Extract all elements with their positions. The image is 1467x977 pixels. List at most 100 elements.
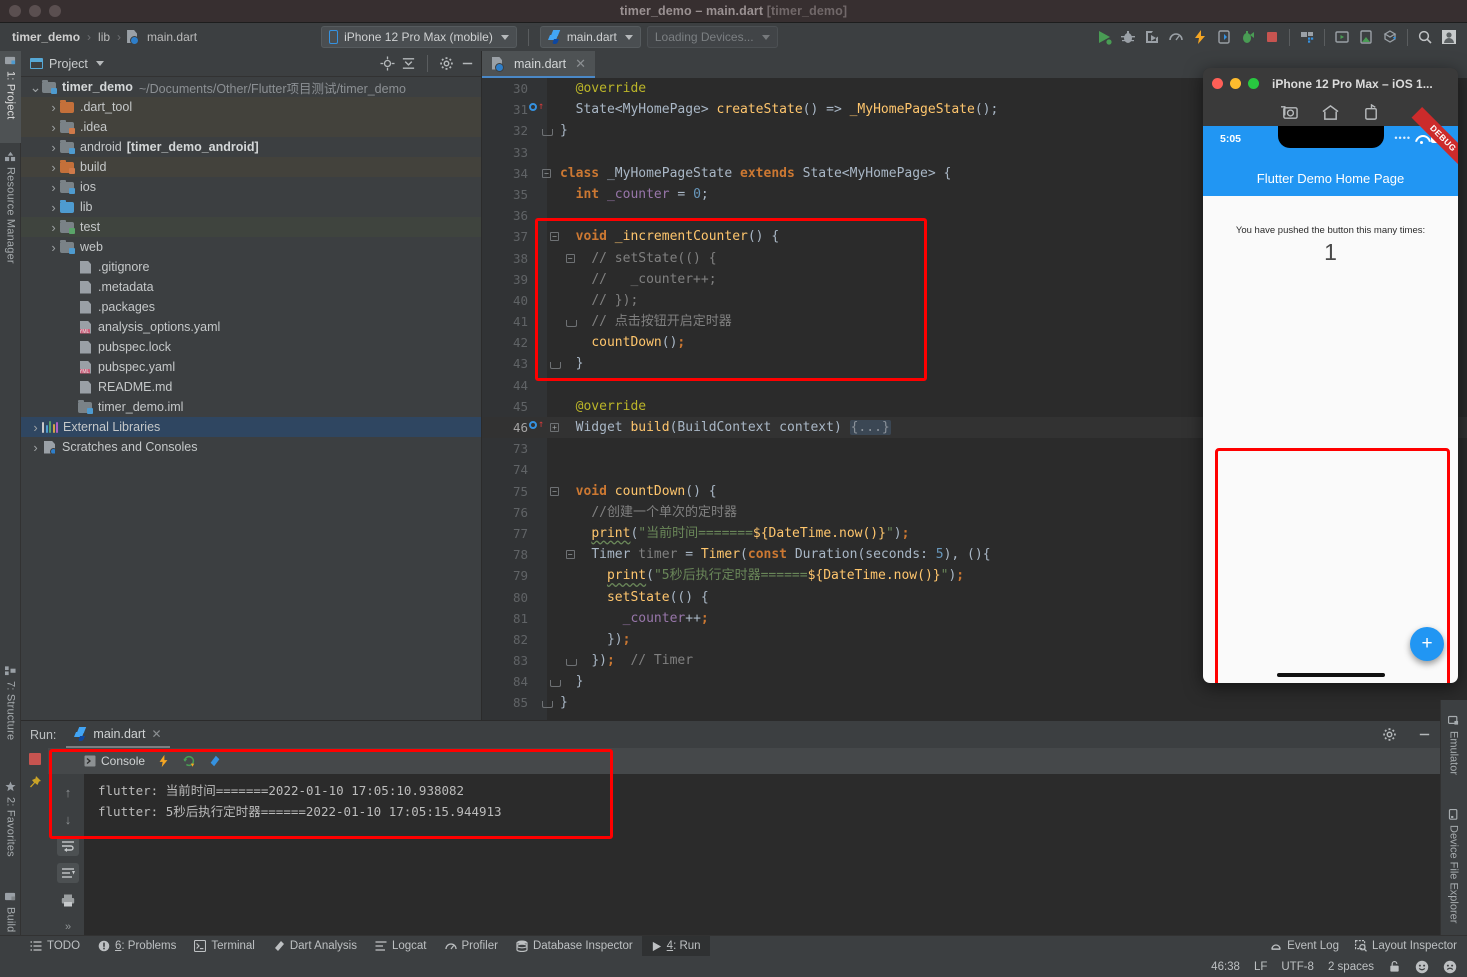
sdk-manager-icon[interactable] (1378, 25, 1402, 49)
gutter-marks[interactable] (528, 459, 547, 480)
run-with-coverage-icon[interactable] (1140, 25, 1164, 49)
soft-wrap-icon[interactable] (57, 836, 79, 856)
gear-icon[interactable] (439, 56, 454, 71)
locate-icon[interactable] (380, 56, 395, 71)
gutter-marks[interactable] (528, 248, 547, 269)
run-icon[interactable] (1092, 25, 1116, 49)
home-icon[interactable] (1321, 104, 1340, 121)
tree-row[interactable]: ⌄ timer_demo ~/Documents/Other/Flutter项目测试… (21, 77, 481, 97)
stop-icon[interactable] (28, 752, 42, 766)
line-separator[interactable]: LF (1254, 961, 1267, 973)
editor-tab-main-dart[interactable]: main.dart ✕ (482, 51, 596, 78)
gutter-marks[interactable]: ↑ (528, 99, 547, 120)
print-icon[interactable] (57, 890, 79, 910)
hot-reload-icon[interactable] (157, 754, 170, 768)
gutter-marks[interactable] (528, 481, 547, 502)
bottom-tool-event-log[interactable]: Event Log (1270, 935, 1339, 956)
close-simulator-icon[interactable] (1212, 78, 1223, 89)
gutter-marks[interactable] (528, 565, 547, 586)
search-icon[interactable] (1413, 25, 1437, 49)
debug-icon[interactable] (1116, 25, 1140, 49)
tree-row[interactable]: README.md (21, 377, 481, 397)
sidebar-item-project[interactable]: 1: Project (0, 51, 21, 143)
sidebar-item-device-file-explorer[interactable]: Device File Explorer (1440, 804, 1467, 934)
gutter-marks[interactable] (528, 502, 547, 523)
chevron-right-icon[interactable]: › (47, 160, 60, 175)
close-run-tab-icon[interactable]: ✕ (152, 727, 162, 741)
tree-row[interactable]: .metadata (21, 277, 481, 297)
gutter-marks[interactable] (528, 205, 547, 226)
collapse-fold-icon[interactable]: − (550, 232, 559, 242)
maximize-simulator-icon[interactable] (1248, 78, 1259, 89)
chevron-right-icon[interactable]: › (47, 140, 60, 155)
tree-row[interactable]: › ios (21, 177, 481, 197)
tree-row[interactable]: › test (21, 217, 481, 237)
app-body[interactable]: You have pushed the button this many tim… (1203, 196, 1458, 683)
sad-face-icon[interactable] (1443, 960, 1457, 974)
happy-face-icon[interactable] (1415, 960, 1429, 974)
tree-row[interactable]: › .dart_tool (21, 97, 481, 117)
bottom-tool-dartanalysis[interactable]: Dart Analysis (264, 936, 366, 957)
screenshot-icon[interactable] (1280, 104, 1299, 121)
hot-restart-icon[interactable] (182, 754, 196, 768)
gutter-marks[interactable] (528, 671, 547, 692)
bottom-tool-terminal[interactable]: Terminal (185, 936, 263, 957)
down-icon[interactable]: ↓ (57, 809, 79, 829)
open-devtools-icon[interactable] (1212, 25, 1236, 49)
chevron-right-icon[interactable]: › (47, 120, 60, 135)
rotate-icon[interactable] (1362, 104, 1381, 121)
gutter-marks[interactable] (528, 353, 547, 374)
chevron-down-icon[interactable] (95, 61, 104, 66)
bottom-tool-profiler[interactable]: Profiler (436, 936, 507, 957)
override-marker-icon[interactable]: ↑ (529, 420, 544, 430)
emulator-icon[interactable] (1330, 25, 1354, 49)
bottom-tool-databaseinspector[interactable]: Database Inspector (507, 936, 642, 957)
gutter-marks[interactable] (528, 438, 547, 459)
run-configuration-selector[interactable]: main.dart (539, 26, 641, 48)
collapse-fold-icon[interactable]: − (542, 168, 551, 178)
chevron-right-icon[interactable]: › (29, 420, 42, 435)
gutter-marks[interactable] (528, 226, 547, 247)
gutter-marks[interactable] (528, 629, 547, 650)
collapse-fold-icon[interactable]: − (565, 550, 575, 560)
chevron-down-icon[interactable]: ⌄ (29, 80, 42, 94)
sidebar-item-emulator[interactable]: Emulator (1440, 710, 1467, 792)
tree-row[interactable]: › External Libraries (21, 417, 481, 437)
chevron-right-icon[interactable]: › (47, 180, 60, 195)
sidebar-item-structure[interactable]: 7: Structure (0, 661, 21, 771)
bottom-tool-logcat[interactable]: Logcat (366, 936, 436, 957)
caret-position[interactable]: 46:38 (1211, 961, 1240, 973)
breadcrumb-item-lib[interactable]: lib (96, 30, 112, 44)
chevron-right-icon[interactable]: › (47, 240, 60, 255)
hide-panel-icon[interactable] (460, 56, 475, 71)
collapse-fold-icon[interactable] (565, 656, 577, 667)
gutter-marks[interactable] (528, 375, 547, 396)
collapse-fold-icon[interactable] (550, 359, 561, 370)
collapse-fold-icon[interactable] (542, 698, 553, 709)
bottom-tool-problems[interactable]: 6: Problems (89, 936, 185, 957)
console-output[interactable]: flutter: 当前时间=======2022-01-10 17:05:10.… (84, 774, 1440, 937)
chevron-right-icon[interactable]: › (47, 200, 60, 215)
gutter-marks[interactable] (528, 650, 547, 671)
hide-panel-icon[interactable] (1417, 727, 1432, 742)
minimize-simulator-icon[interactable] (1230, 78, 1241, 89)
collapse-fold-icon[interactable] (542, 126, 553, 137)
stop-icon[interactable] (1260, 25, 1284, 49)
console-tab[interactable]: Console (84, 754, 145, 768)
flutter-outline-icon[interactable] (1295, 25, 1319, 49)
file-encoding[interactable]: UTF-8 (1281, 961, 1314, 973)
open-devtools-icon[interactable] (208, 754, 222, 768)
chevron-right-icon[interactable]: › (29, 440, 42, 455)
gutter-marks[interactable] (528, 332, 547, 353)
collapse-fold-icon[interactable] (550, 677, 561, 688)
collapse-all-icon[interactable] (401, 56, 416, 71)
tree-row[interactable]: .gitignore (21, 257, 481, 277)
gutter-marks[interactable] (528, 78, 547, 99)
chevron-right-icon[interactable]: › (47, 220, 60, 235)
gutter-marks[interactable]: ↑ (528, 417, 547, 438)
tree-row[interactable]: .packages (21, 297, 481, 317)
increment-fab-button[interactable]: + (1410, 627, 1444, 661)
close-tab-icon[interactable]: ✕ (575, 56, 586, 72)
gutter-marks[interactable] (528, 290, 547, 311)
gutter-marks[interactable] (528, 184, 547, 205)
